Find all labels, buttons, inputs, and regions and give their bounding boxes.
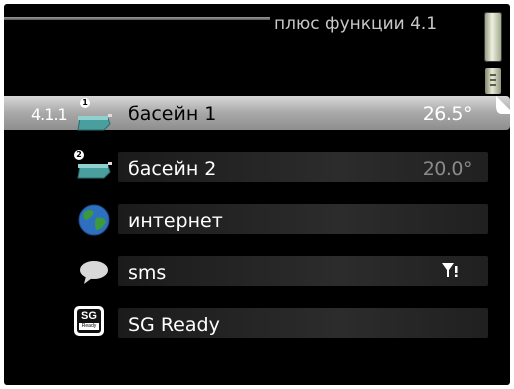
corner-fold-icon: [496, 96, 510, 114]
row-bar: [118, 256, 488, 286]
sg-ready-icon: SG Ready: [74, 306, 104, 336]
menu-item-pool-1[interactable]: 4.1.1 1 басейн 1 26.5°: [4, 94, 510, 146]
scrollbar-track[interactable]: [484, 12, 502, 62]
menu-item-pool-2[interactable]: 2 басейн 2 20.0°: [4, 142, 510, 194]
pool-icon: [77, 114, 112, 131]
menu-item-label: sms: [128, 262, 167, 284]
pool-number-badge: 1: [80, 98, 90, 108]
scroll-thumb[interactable]: [485, 68, 501, 94]
menu-item-label: басейн 1: [128, 103, 217, 125]
menu-item-label: басейн 2: [128, 158, 217, 180]
globe-icon: [78, 204, 110, 236]
header-line: [4, 17, 270, 20]
no-signal-icon: [442, 263, 458, 277]
pool-number-badge: 2: [74, 150, 84, 160]
menu-item-label: интернет: [128, 210, 223, 232]
menu-item-number: 4.1.1: [31, 105, 68, 124]
ready-icon-text: Ready: [79, 323, 99, 330]
menu-item-internet[interactable]: интернет: [4, 194, 510, 246]
sg-icon-text: SG: [81, 310, 97, 322]
menu-item-sms[interactable]: sms: [4, 246, 510, 298]
menu-item-label: SG Ready: [128, 314, 220, 336]
grip-icon: [490, 74, 496, 76]
page-title: плюс функции 4.1: [274, 14, 438, 34]
display-screen: плюс функции 4.1 4.1.1 1 басейн 1 26.5° …: [4, 4, 510, 385]
pool-temperature: 26.5°: [422, 103, 473, 125]
speech-bubble-icon: [80, 261, 108, 284]
pool-temperature: 20.0°: [422, 158, 473, 180]
menu-item-sg-ready[interactable]: SG Ready SG Ready: [4, 298, 510, 350]
